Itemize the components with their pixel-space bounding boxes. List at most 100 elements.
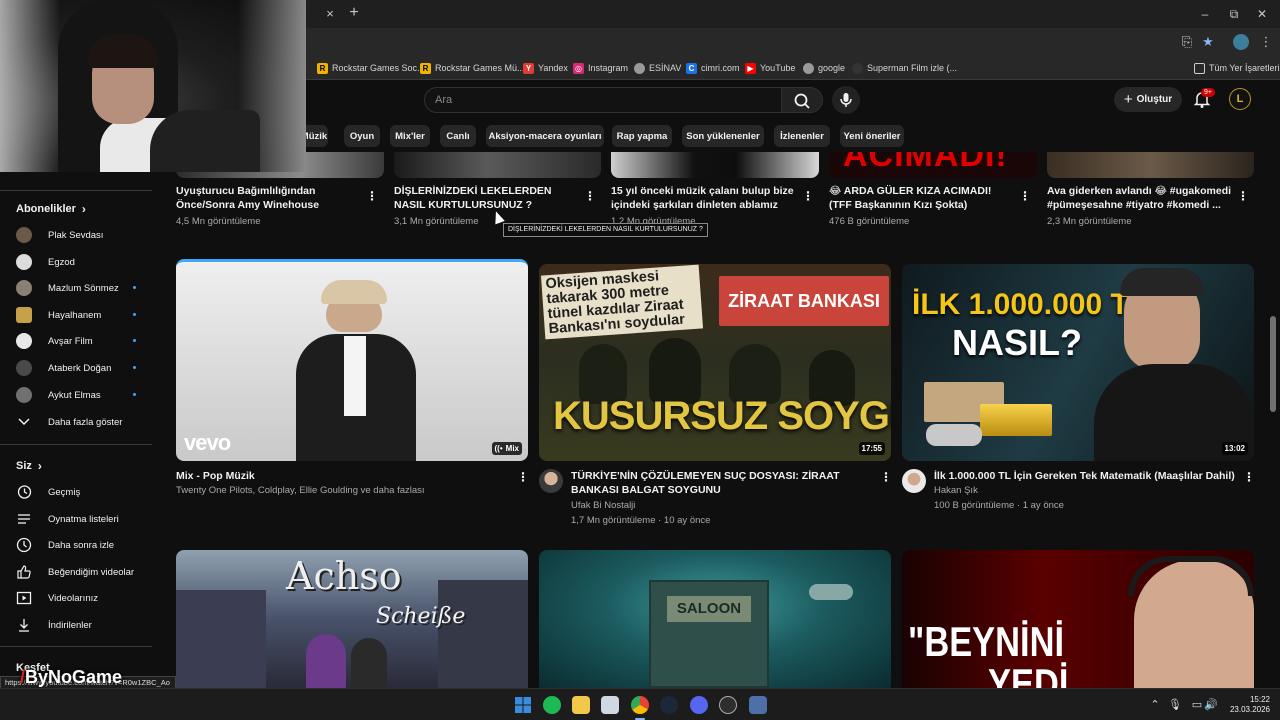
chip-new-to-you[interactable]: Yeni öneriler <box>840 125 904 147</box>
search-placeholder: Ara <box>435 94 453 106</box>
sidebar-item-avsar-film[interactable]: Avşar Film <box>16 331 156 351</box>
chip-action-adventure[interactable]: Aksiyon-macera oyunları <box>486 125 604 147</box>
browser-menu-icon[interactable]: ⋮ <box>1258 34 1274 50</box>
steam-icon[interactable] <box>660 696 678 714</box>
chrome-icon[interactable] <box>631 696 649 714</box>
close-window-button[interactable]: ✕ <box>1254 6 1270 22</box>
windows-start-icon[interactable] <box>514 696 532 714</box>
bookmark-item[interactable]: R Rockstar Games Mü... <box>420 60 525 76</box>
show-more-button[interactable]: Daha fazla göster <box>16 412 156 432</box>
search-button[interactable] <box>781 87 823 113</box>
all-bookmarks-button[interactable]: Tüm Yer İşaretleri <box>1194 60 1280 76</box>
chip-mixes[interactable]: Mix'ler <box>390 125 430 147</box>
sidebar-item-downloads[interactable]: İndirilenler <box>16 615 156 635</box>
bookmark-item[interactable]: ▶ YouTube <box>745 60 795 76</box>
like-icon <box>16 564 32 580</box>
more-actions-icon[interactable]: ⋮ <box>802 189 814 203</box>
video-thumbnail[interactable] <box>611 152 819 178</box>
sidebar-item-plak-sevdasi[interactable]: Plak Sevdası <box>16 225 156 245</box>
sidebar-item-hayalhanem[interactable]: Hayalhanem <box>16 305 156 325</box>
discord-icon[interactable] <box>690 696 708 714</box>
video-thumbnail[interactable]: vevo ((• Mix <box>176 259 528 461</box>
store-icon[interactable] <box>601 696 619 714</box>
account-avatar[interactable]: L <box>1229 88 1251 110</box>
voice-search-button[interactable] <box>832 86 860 114</box>
coins <box>926 424 982 446</box>
video-title[interactable]: İlk 1.000.000 TL İçin Gereken Tek Matema… <box>934 469 1240 483</box>
channel-avatar[interactable] <box>902 469 926 493</box>
spotify-icon[interactable] <box>543 696 561 714</box>
minimize-button[interactable]: – <box>1197 6 1213 22</box>
video-thumbnail[interactable]: İLK 1.000.000 TL NASIL? 13:02 <box>902 264 1254 461</box>
new-content-dot <box>133 286 136 289</box>
bookmark-item[interactable]: Superman Film izle (... <box>852 60 957 76</box>
video-channel[interactable]: Ufak Bi Nostalji <box>571 499 635 513</box>
video-title[interactable]: DİŞLERİNİZDEKİ LEKELERDEN NASIL KURTULUR… <box>394 184 578 212</box>
video-title[interactable]: Uyuşturucu Bağımlılığından Önce/Sonra Am… <box>176 184 360 212</box>
bookmark-item[interactable]: ◎ Instagram <box>573 60 628 76</box>
microphone-icon[interactable]: 🎙 <box>1168 698 1182 712</box>
sidebar-item-ataberk-dogan[interactable]: Ataberk Doğan <box>16 358 156 378</box>
create-button[interactable]: + Oluştur <box>1114 87 1182 112</box>
sidebar-item-egzod[interactable]: Egzod <box>16 252 156 272</box>
cast-icon[interactable]: ⎘ <box>1179 34 1195 50</box>
more-actions-icon[interactable]: ⋮ <box>517 470 529 484</box>
sidebar-item-liked-videos[interactable]: Beğendiğim videolar <box>16 562 156 582</box>
chip-watched[interactable]: İzlenenler <box>774 125 830 147</box>
more-actions-icon[interactable]: ⋮ <box>880 470 892 484</box>
subscriptions-title: Abonelikler <box>16 203 76 215</box>
sidebar-item-aykut-elmas[interactable]: Aykut Elmas <box>16 385 156 405</box>
taskbar-clock[interactable]: 15:22 23.03.2026 <box>1224 695 1270 715</box>
tray-expand-icon[interactable]: ⌃ <box>1148 698 1162 712</box>
subscriptions-header[interactable]: Abonelikler › <box>16 202 86 216</box>
video-title[interactable]: 15 yıl önceki müzik çalanı bulup bize iç… <box>611 184 797 212</box>
you-header[interactable]: Siz › <box>16 459 42 473</box>
sidebar-item-playlists[interactable]: Oynatma listeleri <box>16 509 156 529</box>
video-title[interactable]: TÜRKİYE'NİN ÇÖZÜLEMEYEN SUÇ DOSYASI: ZİR… <box>571 469 877 497</box>
bookmark-item[interactable]: google <box>803 60 845 76</box>
video-thumbnail[interactable] <box>394 152 601 178</box>
video-thumbnail[interactable]: Oksijen maskesi takarak 300 metre tünel … <box>539 264 891 461</box>
video-thumbnail[interactable] <box>1047 152 1254 178</box>
chip-recently-uploaded[interactable]: Son yüklenenler <box>682 125 764 147</box>
bookmark-item[interactable]: R Rockstar Games Soc... <box>317 60 425 76</box>
profile-icon[interactable] <box>1233 34 1249 50</box>
video-thumbnail[interactable]: ACIMADI! <box>829 152 1037 178</box>
video-thumbnail[interactable]: SALOON <box>539 550 891 688</box>
video-channel[interactable]: Hakan Şık <box>934 484 978 498</box>
sidebar-item-history[interactable]: Geçmiş <box>16 482 156 502</box>
video-title[interactable]: 😂 ARDA GÜLER KIZA ACIMADI! (TFF Başkanın… <box>829 184 1015 212</box>
video-channel[interactable]: Twenty One Pilots, Coldplay, Ellie Gould… <box>176 484 425 498</box>
page-scrollbar[interactable] <box>1270 316 1276 412</box>
more-actions-icon[interactable]: ⋮ <box>1243 470 1255 484</box>
video-title[interactable]: Mix - Pop Müzik <box>176 469 496 483</box>
new-tab-button[interactable]: + <box>346 5 362 21</box>
file-explorer-icon[interactable] <box>572 696 590 714</box>
more-actions-icon[interactable]: ⋮ <box>584 189 596 203</box>
sidebar-item-mazlum-sonmez[interactable]: Mazlum Sönmez <box>16 278 156 298</box>
sidebar-item-watch-later[interactable]: Daha sonra izle <box>16 535 156 555</box>
more-actions-icon[interactable]: ⋮ <box>1019 189 1031 203</box>
video-thumbnail[interactable]: "BEYNİNİ YEDİ <box>902 550 1254 688</box>
you-title: Siz <box>16 460 32 472</box>
more-actions-icon[interactable]: ⋮ <box>1237 189 1249 203</box>
bookmark-item[interactable]: Ccimri.com <box>686 60 740 76</box>
display-icon[interactable]: ▭ <box>1190 698 1204 712</box>
search-input[interactable]: Ara <box>424 87 782 113</box>
video-thumbnail[interactable]: Achso Scheiße <box>176 550 528 688</box>
chip-games[interactable]: Oyun <box>344 125 380 147</box>
nvidia-app-icon[interactable] <box>719 696 737 714</box>
video-title[interactable]: Ava giderken avlandı 😂 #ugakomedi #pümeş… <box>1047 184 1233 212</box>
chip-rap[interactable]: Rap yapma <box>612 125 672 147</box>
chip-live[interactable]: Canlı <box>440 125 476 147</box>
more-actions-icon[interactable]: ⋮ <box>366 189 378 203</box>
app-icon[interactable] <box>749 696 767 714</box>
bookmark-item[interactable]: Y Yandex <box>523 60 568 76</box>
close-tab-icon[interactable]: × <box>322 6 338 22</box>
bookmark-star-icon[interactable]: ★ <box>1200 34 1216 50</box>
speaker-icon[interactable]: 🔊 <box>1204 698 1218 712</box>
sidebar-item-your-videos[interactable]: Videolarınız <box>16 588 156 608</box>
restore-button[interactable]: ⧉ <box>1226 6 1242 22</box>
channel-avatar[interactable] <box>539 469 563 493</box>
bookmark-item[interactable]: ESİNAV <box>634 60 681 76</box>
